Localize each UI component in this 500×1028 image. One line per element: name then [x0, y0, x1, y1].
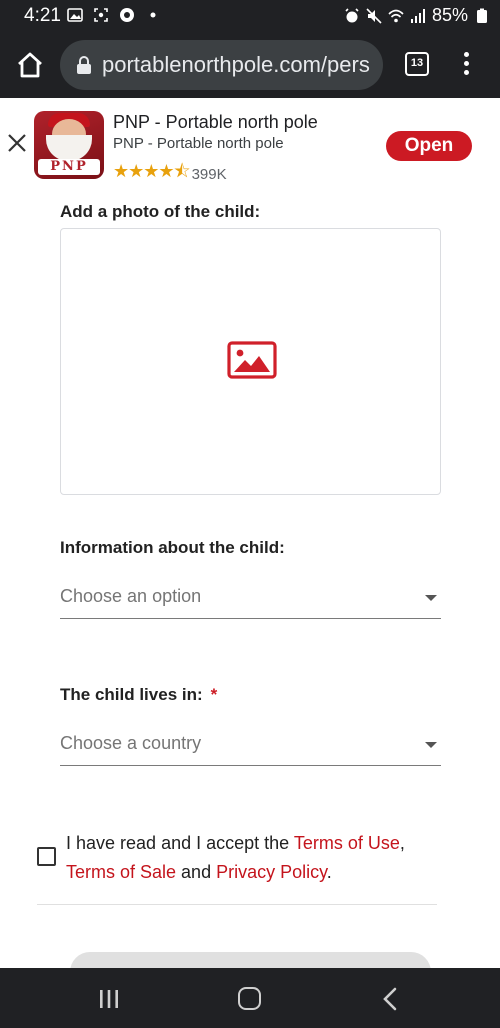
divider	[37, 904, 437, 905]
app-rating: ★★★★⯪ 399K	[113, 159, 227, 189]
url-text: portablenorthpole.com/pers	[102, 52, 370, 77]
photo-upload-area[interactable]	[60, 228, 441, 495]
terms-and: and	[176, 862, 217, 882]
alarm-icon	[345, 7, 359, 22]
mute-icon	[366, 7, 382, 24]
app-icon-logo: PNP	[38, 159, 100, 175]
status-icons-right: 85%	[344, 5, 490, 26]
terms-comma: ,	[399, 833, 405, 853]
image-placeholder-icon	[227, 341, 277, 379]
info-select[interactable]: Choose an option	[60, 579, 441, 619]
info-label: Information about the child:	[60, 538, 285, 557]
menu-icon[interactable]	[455, 50, 477, 80]
app-icon[interactable]: PNP	[34, 111, 104, 179]
chevron-down-icon	[425, 742, 437, 748]
address-bar[interactable]: portablenorthpole.com/pers	[60, 40, 383, 90]
tab-switcher-button[interactable]: 13	[405, 52, 429, 76]
star-rating-icon: ★★★★⯪	[113, 161, 191, 181]
rating-count: 399K	[191, 165, 227, 183]
screenshot-icon	[94, 8, 108, 22]
chrome-icon	[120, 8, 134, 22]
recents-icon[interactable]	[98, 989, 120, 1009]
close-icon[interactable]	[6, 132, 28, 154]
back-icon[interactable]	[380, 987, 400, 1011]
app-subtitle: PNP - Portable north pole	[113, 135, 284, 152]
app-title: PNP - Portable north pole	[113, 112, 318, 132]
dot-icon	[150, 12, 156, 18]
info-select-value: Choose an option	[60, 586, 202, 606]
terms-period: .	[326, 862, 332, 882]
country-select-value: Choose a country	[60, 733, 202, 753]
required-marker: *	[210, 685, 218, 704]
terms-text: I have read and I accept the Terms of Us…	[66, 829, 446, 887]
terms-checkbox[interactable]	[37, 847, 56, 866]
lives-label-text: The child lives in:	[60, 685, 203, 704]
terms-of-use-link[interactable]: Terms of Use	[294, 833, 400, 853]
terms-prefix: I have read and I accept the	[66, 833, 294, 853]
photo-label: Add a photo of the child:	[60, 202, 261, 221]
image-icon	[67, 8, 83, 22]
browser-toolbar: portablenorthpole.com/pers 13	[0, 32, 500, 98]
app-install-banner: PNP PNP - Portable north pole PNP - Port…	[0, 98, 500, 190]
battery-icon	[477, 8, 487, 23]
battery-percent: 85%	[431, 5, 468, 25]
country-select[interactable]: Choose a country	[60, 726, 441, 766]
privacy-policy-link[interactable]: Privacy Policy	[216, 862, 327, 882]
chevron-down-icon	[425, 595, 437, 601]
system-nav-bar	[0, 968, 500, 1028]
lives-label: The child lives in: *	[60, 685, 217, 705]
signal-icon	[410, 8, 425, 23]
lock-icon	[77, 56, 91, 74]
status-time: 4:21	[24, 5, 61, 26]
wifi-icon	[388, 9, 404, 22]
home-nav-icon[interactable]	[238, 987, 261, 1010]
status-icons-left	[67, 7, 161, 23]
open-app-button[interactable]: Open	[386, 131, 472, 161]
home-icon[interactable]	[14, 49, 46, 81]
terms-of-sale-link[interactable]: Terms of Sale	[66, 862, 176, 882]
status-bar: 4:21 85%	[0, 0, 500, 32]
